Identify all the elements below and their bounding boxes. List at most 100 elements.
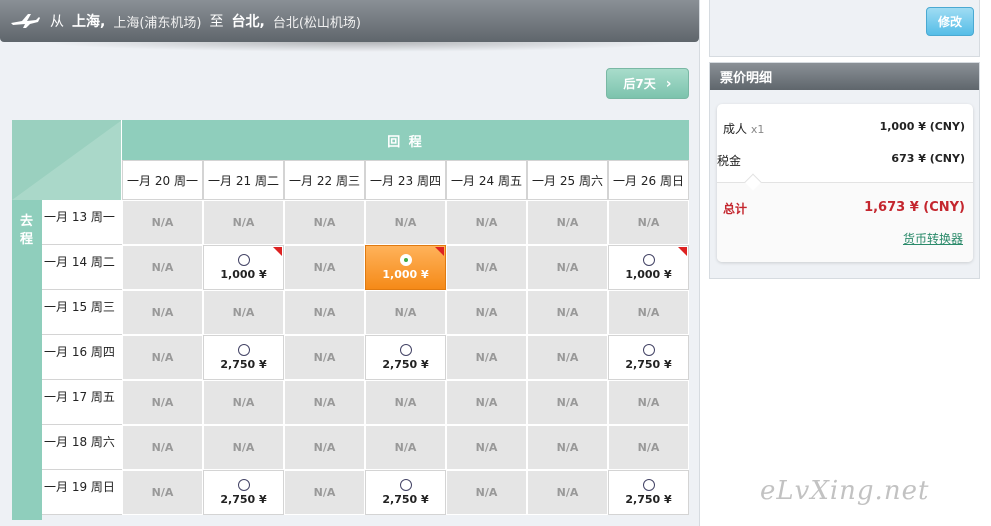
depart-char-2: 程: [20, 232, 34, 247]
fare-price: N/A: [556, 441, 579, 454]
total-row: 总计 1,673 ¥ (CNY): [723, 200, 965, 217]
fare-price: 2,750 ¥: [625, 493, 672, 506]
fare-cell-unavailable: N/A: [365, 200, 446, 245]
fare-price: 1,000 ¥: [220, 268, 267, 281]
return-date-header: 一月 26 周日: [608, 160, 689, 200]
dest-city: 台北,: [231, 14, 265, 30]
return-date-header: 一月 24 周五: [446, 160, 527, 200]
next-7-days-button[interactable]: 后7天 ›: [606, 68, 689, 99]
tax-row: 税金 673 ¥ (CNY): [717, 152, 965, 169]
fare-price: N/A: [475, 351, 498, 364]
fare-price: N/A: [151, 351, 174, 364]
fare-cell-unavailable: N/A: [284, 200, 365, 245]
fare-cell-unavailable: N/A: [527, 470, 608, 515]
depart-date-header: 一月 19 周日: [42, 470, 122, 515]
fare-cell-unavailable: N/A: [446, 380, 527, 425]
fare-cell-unavailable: N/A: [608, 380, 689, 425]
fare-cell[interactable]: 1,000 ¥: [608, 245, 689, 290]
fare-price: 2,750 ¥: [220, 358, 267, 371]
fare-cell-unavailable: N/A: [203, 425, 284, 470]
fare-price: N/A: [556, 306, 579, 319]
radio-icon[interactable]: [399, 479, 412, 491]
fare-cell-unavailable: N/A: [284, 290, 365, 335]
modify-button[interactable]: 修改: [926, 7, 974, 36]
origin-airport: 上海(浦东机场): [113, 15, 202, 31]
adult-label: 成人: [723, 122, 748, 136]
fare-cell-unavailable: N/A: [527, 335, 608, 380]
fare-cell[interactable]: 2,750 ¥: [608, 470, 689, 515]
radio-icon[interactable]: [642, 479, 655, 491]
fare-cell-unavailable: N/A: [527, 245, 608, 290]
depart-char-1: 去: [20, 214, 34, 229]
total-area: [717, 182, 973, 262]
radio-icon[interactable]: [237, 254, 250, 266]
price-details-title: 票价明细: [710, 63, 979, 90]
fare-price: N/A: [475, 486, 498, 499]
fare-price: N/A: [313, 216, 336, 229]
corner-flag-icon: [435, 247, 444, 256]
radio-icon[interactable]: [237, 479, 250, 491]
fare-cell-unavailable: N/A: [284, 470, 365, 515]
radio-icon[interactable]: [642, 344, 655, 356]
fare-price: N/A: [151, 486, 174, 499]
dest-airport: 台北(松山机场): [272, 15, 361, 31]
adult-qty: x1: [750, 123, 765, 136]
return-date-header: 一月 20 周一: [122, 160, 203, 200]
fare-price: N/A: [475, 396, 498, 409]
fare-cell[interactable]: 2,750 ¥: [203, 335, 284, 380]
fare-cell-unavailable: N/A: [608, 200, 689, 245]
fare-price: N/A: [556, 261, 579, 274]
fare-cell[interactable]: 1,000 ¥: [203, 245, 284, 290]
fare-cell[interactable]: 1,000 ¥: [365, 245, 446, 290]
fare-price: N/A: [475, 261, 498, 274]
sidebar: 修改 票价明细 成人 x1 1,000 ¥ (CNY) 税金 673 ¥ (CN…: [709, 0, 980, 526]
fare-price: N/A: [475, 306, 498, 319]
fare-price: 2,750 ¥: [625, 358, 672, 371]
modify-panel: 修改: [709, 0, 980, 57]
radio-selected-icon[interactable]: [399, 254, 412, 266]
fare-cell-unavailable: N/A: [446, 470, 527, 515]
fare-price: N/A: [313, 396, 336, 409]
fare-price: 1,000 ¥: [625, 268, 672, 281]
fare-cell-unavailable: N/A: [527, 380, 608, 425]
fare-cell-unavailable: N/A: [365, 425, 446, 470]
radio-icon[interactable]: [642, 254, 655, 266]
fare-price: N/A: [313, 351, 336, 364]
fare-cell-unavailable: N/A: [203, 380, 284, 425]
price-details-panel: 票价明细 成人 x1 1,000 ¥ (CNY) 税金 673 ¥ (CNY) …: [709, 62, 980, 279]
fare-price: N/A: [556, 351, 579, 364]
depart-date-header: 一月 15 周三: [42, 290, 122, 335]
total-amount: 1,673 ¥ (CNY): [864, 200, 965, 215]
fare-price: N/A: [313, 486, 336, 499]
fare-cell-unavailable: N/A: [527, 200, 608, 245]
header-shadow: [40, 42, 680, 52]
return-header: 回 程: [122, 120, 689, 160]
fare-cell[interactable]: 2,750 ¥: [203, 470, 284, 515]
fare-price: N/A: [151, 396, 174, 409]
to-word: 至: [209, 14, 224, 30]
return-date-header: 一月 21 周二: [203, 160, 284, 200]
fare-cell[interactable]: 2,750 ¥: [608, 335, 689, 380]
fare-cell[interactable]: 2,750 ¥: [365, 335, 446, 380]
radio-icon[interactable]: [237, 344, 250, 356]
next-7-days-label: 后7天: [623, 77, 656, 91]
fare-price: N/A: [394, 441, 417, 454]
fare-price: N/A: [394, 216, 417, 229]
depart-date-header: 一月 16 周四: [42, 335, 122, 380]
fare-price: N/A: [394, 396, 417, 409]
corner-flag-icon: [273, 247, 282, 256]
airplane-icon: [8, 11, 42, 31]
fare-cell-unavailable: N/A: [203, 290, 284, 335]
fare-cell-unavailable: N/A: [122, 470, 203, 515]
fare-price: N/A: [232, 306, 255, 319]
fare-cell-unavailable: N/A: [608, 290, 689, 335]
fare-cell-unavailable: N/A: [284, 380, 365, 425]
fare-cell-unavailable: N/A: [446, 335, 527, 380]
search-results-panel: 从 上海, 上海(浦东机场) 至 台北, 台北(松山机场) 后7天 › 回 程 …: [0, 0, 700, 526]
fare-cell[interactable]: 2,750 ¥: [365, 470, 446, 515]
fare-price: N/A: [232, 216, 255, 229]
return-date-header: 一月 25 周六: [527, 160, 608, 200]
radio-icon[interactable]: [399, 344, 412, 356]
currency-converter-link[interactable]: 货币转换器: [903, 230, 963, 247]
fare-price: N/A: [151, 261, 174, 274]
